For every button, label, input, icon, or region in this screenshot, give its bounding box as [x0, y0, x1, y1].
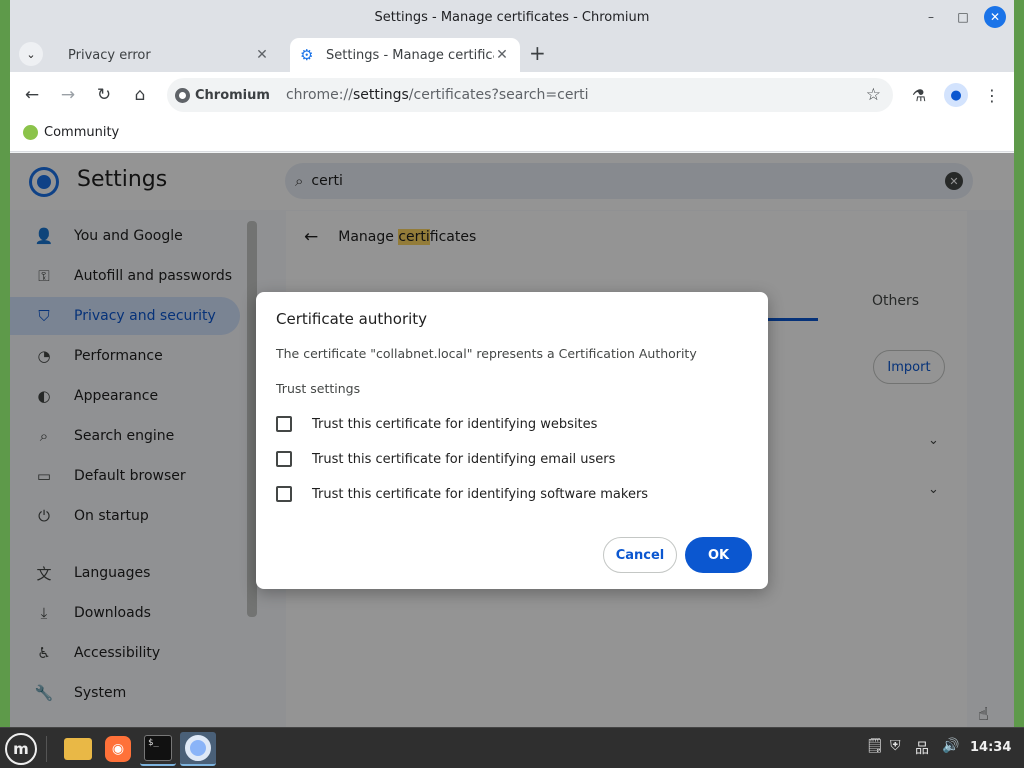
certificate-authority-dialog: Certificate authority The certificate "c…	[256, 292, 768, 589]
dialog-description: The certificate "collabnet.local" repres…	[276, 346, 697, 361]
chromium-icon	[175, 87, 190, 103]
window-controls: – □ ✕	[920, 6, 1006, 28]
trust-software-option[interactable]: Trust this certificate for identifying s…	[276, 486, 648, 502]
address-bar[interactable]: Chromium chrome://settings/certificates?…	[167, 78, 893, 112]
bookmark-community[interactable]: Community	[23, 125, 119, 140]
firefox-icon: ◉	[105, 736, 131, 762]
maximize-button[interactable]: □	[952, 6, 974, 28]
bookmarks-bar: Community	[10, 118, 1014, 152]
start-menu-button[interactable]: m	[5, 733, 37, 765]
dialog-title: Certificate authority	[276, 310, 428, 328]
site-info-chip[interactable]: Chromium	[175, 87, 270, 103]
firefox-app-button[interactable]: ◉	[100, 732, 136, 766]
bookmark-star-icon[interactable]: ☆	[866, 85, 881, 105]
chromium-icon	[185, 735, 211, 761]
taskbar: m ◉ $_ 🗒 ⛨ 品 🔊 14:34	[0, 727, 1024, 768]
tab-close-icon[interactable]: ✕	[254, 47, 270, 63]
checkbox-label: Trust this certificate for identifying w…	[312, 416, 598, 432]
back-button[interactable]: ←	[20, 83, 44, 107]
folder-icon	[64, 738, 92, 760]
shield-tray-icon[interactable]: ⛨	[890, 738, 901, 754]
forward-button[interactable]: →	[56, 83, 80, 107]
tab-privacy-error[interactable]: Privacy error ✕	[48, 38, 280, 72]
notes-tray-icon[interactable]: 🗒	[866, 738, 884, 754]
url-path: /certificates?search=certi	[408, 87, 589, 103]
community-favicon-icon	[23, 125, 38, 140]
trust-websites-checkbox[interactable]	[276, 416, 292, 432]
clock[interactable]: 14:34	[970, 740, 1011, 755]
checkbox-label: Trust this certificate for identifying e…	[312, 451, 616, 467]
close-window-button[interactable]: ✕	[984, 6, 1006, 28]
bookmark-label: Community	[44, 125, 120, 140]
new-tab-button[interactable]: +	[529, 43, 546, 63]
cancel-button[interactable]: Cancel	[603, 537, 677, 573]
trust-settings-heading: Trust settings	[276, 381, 361, 396]
url-text: chrome://settings/certificates?search=ce…	[286, 87, 589, 103]
network-tray-icon[interactable]: 品	[915, 738, 929, 758]
tab-settings[interactable]: ⚙ Settings - Manage certificates ✕	[290, 38, 520, 72]
files-app-button[interactable]	[60, 732, 96, 766]
profile-avatar-icon[interactable]: ●	[944, 83, 968, 107]
tab-strip: ⌄ Privacy error ✕ ⚙ Settings - Manage ce…	[10, 34, 1014, 72]
gear-icon: ⚙	[300, 46, 314, 64]
url-host: settings	[352, 87, 409, 103]
window-title: Settings - Manage certificates - Chromiu…	[374, 9, 650, 25]
tab-close-icon[interactable]: ✕	[494, 47, 510, 63]
checkbox-label: Trust this certificate for identifying s…	[312, 486, 649, 502]
terminal-icon: $_	[144, 735, 172, 761]
url-scheme: chrome://	[285, 87, 353, 103]
window-titlebar[interactable]: Settings - Manage certificates - Chromiu…	[10, 0, 1014, 34]
trust-websites-option[interactable]: Trust this certificate for identifying w…	[276, 416, 597, 432]
trust-email-checkbox[interactable]	[276, 451, 292, 467]
ok-button[interactable]: OK	[685, 537, 752, 573]
tab-label: Settings - Manage certificates	[326, 47, 494, 63]
home-button[interactable]: ⌂	[128, 83, 152, 107]
trust-software-checkbox[interactable]	[276, 486, 292, 502]
labs-flask-icon[interactable]: ⚗	[907, 83, 931, 107]
mouse-cursor-icon: ☝	[978, 704, 989, 725]
terminal-app-button[interactable]: $_	[140, 732, 176, 766]
taskbar-separator	[46, 736, 47, 762]
browser-toolbar: ← → ↻ ⌂ Chromium chrome://settings/certi…	[10, 72, 1014, 118]
tab-search-button[interactable]: ⌄	[19, 42, 43, 66]
tab-label: Privacy error	[68, 47, 151, 63]
minimize-button[interactable]: –	[920, 6, 942, 28]
menu-kebab-icon[interactable]: ⋮	[980, 83, 1004, 107]
site-chip-label: Chromium	[195, 87, 270, 103]
volume-tray-icon[interactable]: 🔊	[942, 738, 959, 754]
chromium-app-button[interactable]	[180, 732, 216, 766]
reload-button[interactable]: ↻	[92, 83, 116, 107]
trust-email-option[interactable]: Trust this certificate for identifying e…	[276, 451, 615, 467]
